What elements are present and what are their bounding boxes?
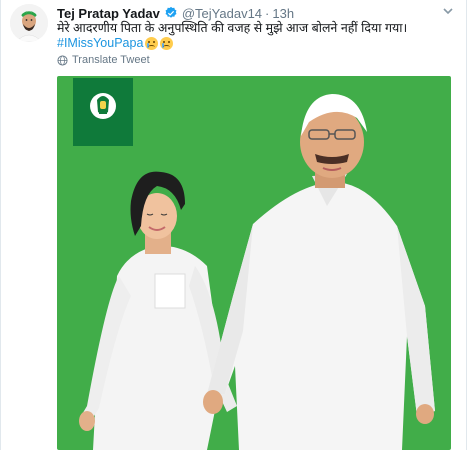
- tweet-time[interactable]: 13h: [272, 6, 294, 21]
- translate-label[interactable]: Translate Tweet: [72, 54, 150, 66]
- crying-emoji: [145, 37, 159, 50]
- right-figure: [203, 94, 435, 450]
- hashtag-line: #IMissYouPapa: [57, 35, 174, 52]
- translate-tweet[interactable]: Translate Tweet: [57, 54, 150, 66]
- caret-down-icon[interactable]: [441, 4, 455, 18]
- author-handle[interactable]: @TejYadav14: [182, 6, 262, 21]
- hashtag-link[interactable]: #IMissYouPapa: [57, 35, 143, 52]
- illustration: [79, 94, 435, 450]
- tweet-media-image[interactable]: [57, 76, 451, 450]
- crying-emoji: [160, 37, 174, 50]
- globe-icon: [57, 54, 68, 66]
- verified-icon: [165, 6, 177, 18]
- author-name[interactable]: Tej Pratap Yadav: [57, 6, 160, 21]
- avatar[interactable]: [10, 4, 48, 42]
- separator: ·: [265, 5, 270, 21]
- left-border: [0, 0, 1, 450]
